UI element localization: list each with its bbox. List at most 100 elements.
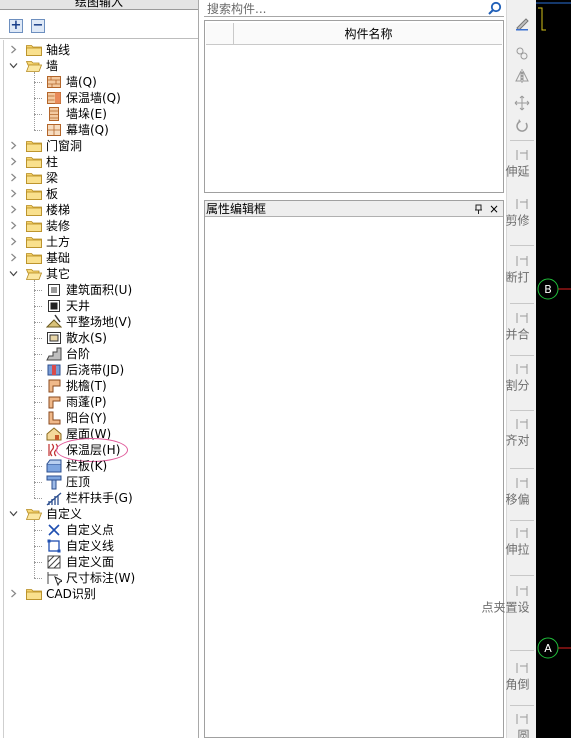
tree-guide-line	[34, 520, 35, 578]
expand-toggle-icon[interactable]	[9, 45, 18, 54]
tree-connector	[34, 98, 42, 99]
expand-toggle-icon[interactable]	[9, 157, 18, 166]
folder-icon	[26, 188, 42, 200]
expand-all-button[interactable]: +	[9, 19, 23, 33]
tree-leaf-label: 压顶	[66, 475, 91, 489]
property-editor-title: 属性编辑框 ×	[205, 201, 503, 217]
close-button[interactable]: ×	[488, 202, 500, 216]
expand-toggle-icon[interactable]	[9, 237, 18, 246]
tree-node-label: 土方	[46, 235, 71, 249]
expand-toggle-icon[interactable]	[9, 189, 18, 198]
apron-icon	[46, 330, 62, 346]
toolbar-button-label: 拉伸	[504, 543, 530, 555]
folder-icon	[26, 588, 42, 600]
mirror-icon	[514, 68, 530, 84]
component-list[interactable]: 构件名称	[204, 20, 504, 193]
folder-open-icon	[25, 508, 43, 520]
toolbar-separator	[510, 140, 534, 141]
expand-toggle-icon[interactable]	[9, 589, 18, 598]
tree-connector	[34, 450, 42, 451]
collapse-all-button[interactable]: −	[31, 19, 45, 33]
tree-leaf-label: 雨蓬(P)	[66, 395, 107, 409]
move-icon	[514, 95, 530, 111]
tree-node-label: CAD识别	[46, 587, 96, 601]
expand-toggle-icon[interactable]	[9, 221, 18, 230]
carea-icon	[46, 554, 62, 570]
component-name-column-header[interactable]: 构件名称	[235, 23, 502, 45]
tree-connector	[34, 482, 42, 483]
cline-icon	[46, 538, 62, 554]
search-bar	[204, 0, 504, 17]
tree-node-label: 柱	[46, 155, 59, 169]
axis-label-b: B	[544, 283, 552, 296]
pin-button[interactable]	[473, 202, 485, 216]
tree-leaf-label: 墙垛(E)	[66, 107, 107, 121]
tree-leaf-label: 墙(Q)	[66, 75, 97, 89]
folder-icon	[26, 172, 42, 184]
folder-icon	[26, 44, 42, 56]
tree-connector	[34, 418, 42, 419]
toolbar-separator	[510, 575, 534, 576]
align-icon	[514, 416, 530, 432]
collapse-toggle-icon[interactable]	[9, 269, 18, 278]
toolbar-button-label: 合并	[504, 328, 530, 340]
wall-icon	[46, 122, 62, 138]
drawing-input-panel: 绘图输入 + − 轴线墙墙(Q) 保温墙(Q) 墙垛(E) 幕墙(Q) 门窗洞柱梁板楼梯…	[0, 0, 199, 738]
tree-connector	[34, 402, 42, 403]
offset-icon	[514, 475, 530, 491]
extend-icon	[514, 147, 530, 163]
toolbar-button-label: 设置夹点	[480, 601, 530, 613]
roof-icon	[46, 426, 62, 442]
tree-connector	[34, 434, 42, 435]
collapse-toggle-icon[interactable]	[9, 61, 18, 70]
tree-node-label: 其它	[46, 267, 71, 281]
search-input[interactable]	[204, 0, 482, 17]
property-editor-title-text: 属性编辑框	[206, 202, 267, 216]
tree-leaf-label: 阳台(Y)	[66, 411, 107, 425]
tree-connector	[34, 562, 42, 563]
expand-toggle-icon[interactable]	[9, 253, 18, 262]
stretch-icon	[514, 525, 530, 541]
folder-icon	[26, 156, 42, 168]
expand-toggle-icon[interactable]	[9, 205, 18, 214]
search-button[interactable]	[484, 0, 504, 17]
tree-leaf-label: 栏杆扶手(G)	[66, 491, 133, 505]
toolbar-button-label: 偏移	[504, 493, 530, 505]
wall-icon	[46, 106, 62, 122]
level-icon	[45, 314, 63, 330]
modify-toolbar: 延伸 修剪 打断 合并 分割 对齐 偏移 拉伸 设置夹点 倒角圆	[480, 0, 536, 738]
component-list-header: 构件名称	[206, 23, 502, 45]
folder-icon	[26, 236, 42, 248]
tree-leaf-label: 挑檐(T)	[66, 379, 107, 393]
tree-connector	[34, 354, 42, 355]
expand-toggle-icon[interactable]	[9, 141, 18, 150]
tree-connector	[34, 82, 42, 83]
collapse-toggle-icon[interactable]	[9, 509, 18, 518]
tree-leaf-label: 自定义面	[66, 555, 115, 569]
tree-leaf-label: 平整场地(V)	[66, 315, 132, 329]
middle-panel: 构件名称 属性编辑框 ×	[204, 0, 504, 738]
wall-icon	[46, 90, 62, 106]
tree-connector	[34, 306, 42, 307]
tree-node-label: 轴线	[46, 43, 71, 57]
toolbar-button-label: 倒角	[504, 678, 530, 690]
tree-leaf-label: 保温墙(Q)	[66, 91, 121, 105]
grip-icon	[514, 583, 530, 599]
folder-icon	[26, 252, 42, 264]
toolbar-separator	[510, 355, 534, 356]
tree-node-label: 门窗洞	[46, 139, 83, 153]
tree-connector	[34, 290, 42, 291]
canvas-drawing: B A	[536, 2, 571, 659]
expand-toggle-icon[interactable]	[9, 173, 18, 182]
folder-icon	[26, 140, 42, 152]
toolbar-separator	[510, 520, 534, 521]
tree-node-label: 楼梯	[46, 203, 71, 217]
area-icon	[46, 282, 62, 298]
toolbar-button-label: 对齐	[504, 434, 530, 446]
fillet-icon	[514, 711, 530, 727]
tree-leaf-label: 幕墙(Q)	[66, 123, 109, 137]
property-editor-panel: 属性编辑框 ×	[204, 200, 504, 738]
eave-icon	[46, 378, 62, 394]
break-icon	[514, 253, 530, 269]
drawing-canvas[interactable]: B A	[536, 0, 571, 738]
